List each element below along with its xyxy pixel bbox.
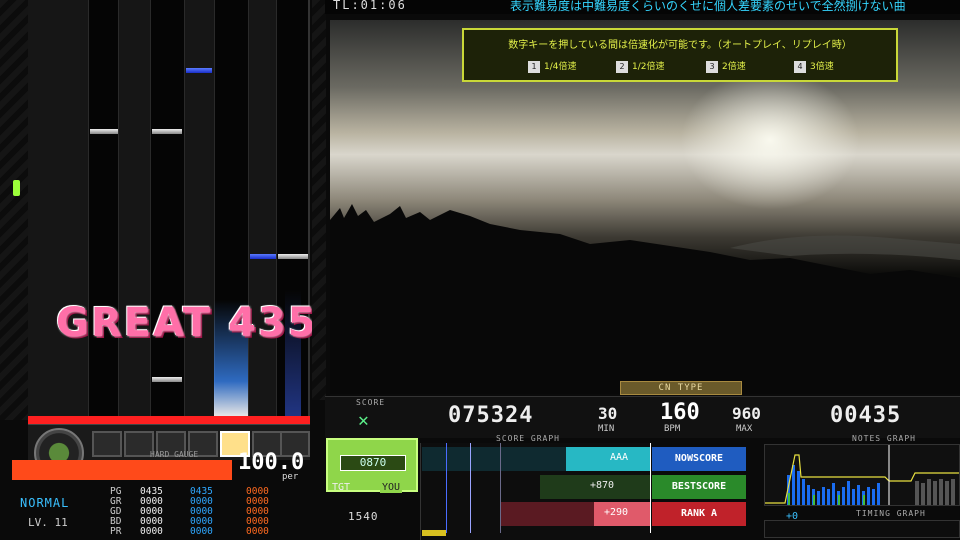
nowscore-button: NOWSCORE [652, 447, 746, 471]
speed-label: 1/4倍速 [544, 62, 577, 72]
bga-forest-silhouette [330, 204, 960, 394]
time-left: TL:01:06 [333, 0, 407, 12]
speed-option: 2 1/2倍速 [616, 59, 665, 73]
score-graph-caption: SCORE GRAPH [496, 434, 560, 443]
notes-graph [764, 444, 960, 506]
cn-type-label: CN TYPE [620, 381, 742, 395]
notes-graph-caption: NOTES GRAPH [852, 434, 916, 443]
number-key-icon: 1 [528, 61, 540, 73]
graph-bar-bg [422, 447, 566, 471]
scratch-lane [28, 0, 88, 420]
close-x-icon: ✕ [358, 410, 369, 431]
lane-cover-indicator [13, 180, 20, 196]
left-side-panel [0, 0, 28, 420]
bpm-label: BPM [664, 424, 681, 434]
lane-3 [150, 0, 184, 420]
timing-graph-caption: TIMING GRAPH [856, 509, 926, 518]
tgt-label: TGT [332, 482, 351, 493]
graph-marker [470, 443, 471, 533]
lane-2 [118, 0, 150, 420]
score-value: 075324 [448, 403, 534, 428]
level: LV. 11 [28, 516, 68, 529]
combo-value: 00435 [830, 403, 902, 428]
graph-marker [446, 443, 447, 533]
speed-label: 1/2倍速 [632, 62, 665, 72]
gauge-unit: per [282, 472, 299, 482]
playfield [28, 0, 310, 420]
best-diff: +870 [590, 480, 615, 491]
judge-label: PR [110, 526, 122, 537]
aaa-bar [566, 447, 650, 471]
graph-marker [650, 443, 651, 533]
target-score: 1540 [348, 510, 379, 523]
note [250, 254, 276, 259]
number-key-icon: 2 [616, 61, 628, 73]
timing-graph [764, 520, 960, 538]
bga-sunlight [680, 70, 860, 210]
speed-option: 1 1/4倍速 [528, 59, 577, 73]
note [278, 254, 308, 259]
current-score-bar [422, 530, 446, 536]
rank-diff: +290 [604, 507, 629, 518]
lane-6 [248, 0, 276, 420]
play-mode: NORMAL [20, 496, 70, 510]
min-bpm-value: 30 [598, 404, 618, 423]
speed-option: 3 2倍速 [706, 59, 746, 73]
lane-4 [184, 0, 214, 420]
max-bpm-label: MAX [736, 424, 753, 434]
graph-marker [500, 443, 501, 533]
bpm-value: 160 [660, 400, 700, 425]
speed-option: 4 3倍速 [794, 59, 834, 73]
judge-count: 0000 [140, 526, 163, 537]
gauge-label: HARD GAUGE [150, 450, 199, 459]
judge-display: GREAT 435 [56, 300, 318, 346]
lane-1 [88, 0, 118, 420]
target-diff: 0870 [340, 455, 406, 471]
bestscore-button: BESTSCORE [652, 475, 746, 499]
min-bpm-label: MIN [598, 424, 615, 434]
max-bpm-value: 960 [732, 404, 761, 423]
note [186, 68, 212, 73]
judge-row: PR 0000 0000 0000 [110, 527, 269, 537]
judge-count-fast: 0000 [190, 526, 213, 537]
rank-button: RANK A [652, 502, 746, 526]
note [152, 377, 182, 382]
speed-label: 3倍速 [810, 62, 834, 72]
key-1 [92, 431, 122, 457]
note [152, 129, 182, 134]
tip-message: 数字キーを押している間は倍速化が可能です。（オートプレイ、リプレイ時） [508, 40, 852, 51]
you-label: YOU [380, 482, 403, 493]
judge-count-slow: 0000 [246, 526, 269, 537]
groove-gauge-bar [12, 460, 232, 480]
comment-ticker: 表示難易度は中難易度くらいのくせに個人差要素のせいで全然捌けない曲 [510, 0, 906, 13]
judge-line [28, 416, 310, 424]
note [90, 129, 118, 134]
aaa-label: AAA [610, 452, 629, 463]
number-key-icon: 3 [706, 61, 718, 73]
score-caption: SCORE [356, 398, 386, 407]
speed-label: 2倍速 [722, 62, 746, 72]
divider-panel [312, 0, 326, 400]
number-key-icon: 4 [794, 61, 806, 73]
